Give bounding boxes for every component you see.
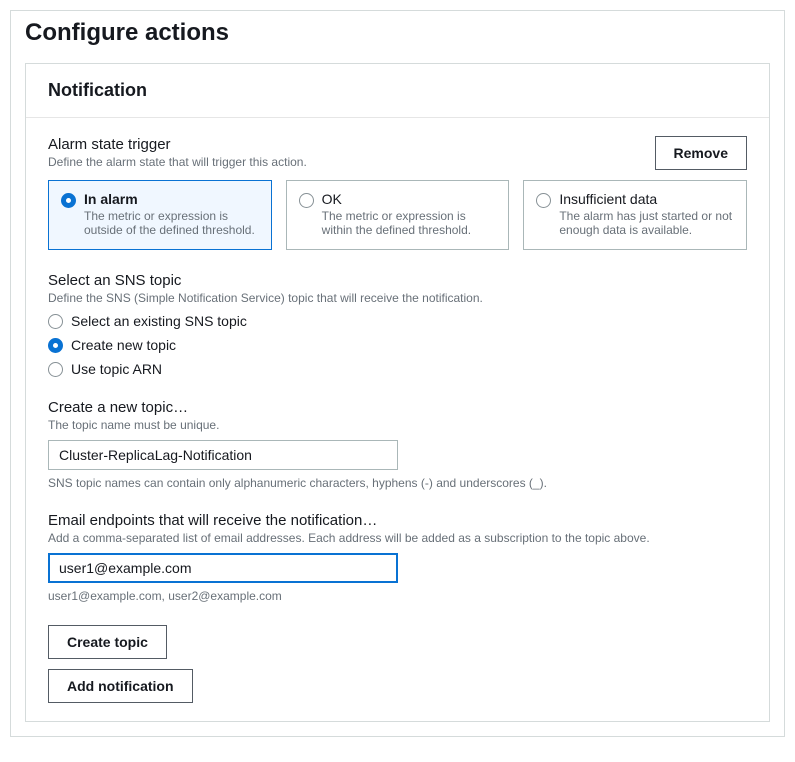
radio-icon: [48, 362, 63, 377]
radio-label: Select an existing SNS topic: [71, 313, 247, 329]
tile-desc: The metric or expression is within the d…: [322, 209, 497, 237]
email-example: user1@example.com, user2@example.com: [48, 589, 747, 603]
sns-topic-label: Select an SNS topic: [48, 272, 747, 289]
radio-existing-topic[interactable]: Select an existing SNS topic: [48, 313, 747, 329]
tile-ok[interactable]: OK The metric or expression is within th…: [286, 180, 510, 250]
remove-button[interactable]: Remove: [655, 136, 747, 170]
tile-title: Insufficient data: [559, 191, 734, 207]
email-label: Email endpoints that will receive the no…: [48, 512, 747, 529]
tile-insufficient-data[interactable]: Insufficient data The alarm has just sta…: [523, 180, 747, 250]
topic-name-helper: The topic name must be unique.: [48, 418, 747, 432]
topic-name-input[interactable]: [48, 440, 398, 470]
radio-icon: [48, 338, 63, 353]
radio-icon: [48, 314, 63, 329]
topic-name-label: Create a new topic…: [48, 399, 747, 416]
topic-name-constraint: SNS topic names can contain only alphanu…: [48, 476, 747, 490]
tile-desc: The metric or expression is outside of t…: [84, 209, 259, 237]
radio-icon: [299, 193, 314, 208]
notification-card: Notification Alarm state trigger Define …: [25, 63, 770, 722]
email-helper: Add a comma-separated list of email addr…: [48, 531, 747, 545]
radio-create-new-topic[interactable]: Create new topic: [48, 337, 747, 353]
alarm-state-helper: Define the alarm state that will trigger…: [48, 155, 643, 169]
tile-title: In alarm: [84, 191, 259, 207]
alarm-state-label: Alarm state trigger: [48, 136, 643, 153]
page-title: Configure actions: [11, 11, 784, 63]
radio-label: Create new topic: [71, 337, 176, 353]
email-input[interactable]: [48, 553, 398, 583]
tile-in-alarm[interactable]: In alarm The metric or expression is out…: [48, 180, 272, 250]
radio-use-topic-arn[interactable]: Use topic ARN: [48, 361, 747, 377]
tile-title: OK: [322, 191, 497, 207]
radio-icon: [61, 193, 76, 208]
sns-topic-helper: Define the SNS (Simple Notification Serv…: [48, 291, 747, 305]
add-notification-button[interactable]: Add notification: [48, 669, 193, 703]
radio-label: Use topic ARN: [71, 361, 162, 377]
card-title: Notification: [26, 64, 769, 118]
tile-desc: The alarm has just started or not enough…: [559, 209, 734, 237]
create-topic-button[interactable]: Create topic: [48, 625, 167, 659]
radio-icon: [536, 193, 551, 208]
